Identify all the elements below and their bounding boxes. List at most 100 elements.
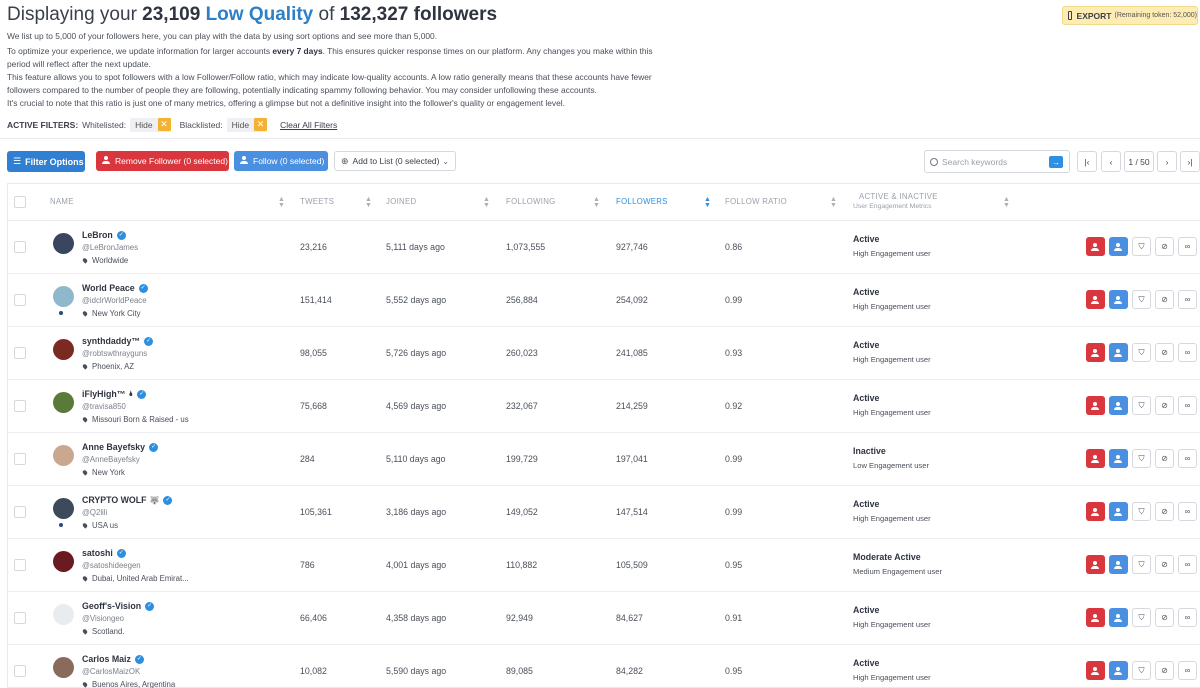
search-input[interactable] bbox=[942, 156, 1048, 167]
user-name[interactable]: iFlyHigh™ 🌢 ✓ bbox=[82, 389, 147, 399]
sort-icon[interactable]: ▲ ▼ bbox=[830, 196, 837, 209]
column-header-activity[interactable]: ACTIVE & INACTIVE User Engagement Metrics bbox=[853, 192, 938, 210]
whitelist-button[interactable]: ⛉ bbox=[1132, 237, 1151, 256]
whitelist-button[interactable]: ⛉ bbox=[1132, 502, 1151, 521]
remove-follower-row-button[interactable] bbox=[1086, 237, 1105, 256]
blacklist-button[interactable]: ⊘ bbox=[1155, 237, 1174, 256]
add-to-list-dropdown[interactable]: ⊕ Add to List (0 selected) ⌄ bbox=[334, 151, 456, 171]
user-name[interactable]: Anne Bayefsky ✓ bbox=[82, 442, 159, 452]
avatar[interactable] bbox=[53, 604, 74, 625]
remove-follower-row-button[interactable] bbox=[1086, 608, 1105, 627]
column-header-followers[interactable]: FOLLOWERS bbox=[616, 197, 668, 206]
remove-follower-row-button[interactable] bbox=[1086, 555, 1105, 574]
user-handle[interactable]: @Q2lili bbox=[82, 508, 107, 517]
row-checkbox[interactable] bbox=[14, 241, 26, 253]
blacklist-button[interactable]: ⊘ bbox=[1155, 555, 1174, 574]
user-name[interactable]: CRYPTO WOLF 🐺 ✓ bbox=[82, 495, 173, 505]
follow-row-button[interactable] bbox=[1109, 343, 1128, 362]
row-checkbox[interactable] bbox=[14, 453, 26, 465]
row-checkbox[interactable] bbox=[14, 400, 26, 412]
remove-follower-row-button[interactable] bbox=[1086, 290, 1105, 309]
sort-icon[interactable]: ▲ ▼ bbox=[483, 196, 490, 209]
user-name[interactable]: LeBron ✓ bbox=[82, 230, 126, 240]
sort-icon[interactable]: ▲ ▼ bbox=[593, 196, 600, 209]
last-page-button[interactable]: ›| bbox=[1180, 151, 1200, 172]
row-checkbox[interactable] bbox=[14, 347, 26, 359]
search-submit-icon[interactable]: → bbox=[1049, 156, 1063, 168]
user-name[interactable]: World Peace ✓ bbox=[82, 283, 148, 293]
row-checkbox[interactable] bbox=[14, 294, 26, 306]
profile-link-button[interactable]: ∞ bbox=[1178, 449, 1197, 468]
user-handle[interactable]: @idclrWorldPeace bbox=[82, 296, 147, 305]
user-name[interactable]: Geoff's-Vision ✓ bbox=[82, 601, 155, 611]
export-button[interactable]: EXPORT (Remaining token: 52,000) bbox=[1062, 6, 1198, 25]
remove-follower-row-button[interactable] bbox=[1086, 396, 1105, 415]
column-header-tweets[interactable]: TWEETS bbox=[300, 197, 334, 206]
sort-descending-icon[interactable]: ▲ ▼ bbox=[704, 196, 711, 209]
avatar[interactable] bbox=[53, 392, 74, 413]
remove-follower-row-button[interactable] bbox=[1086, 449, 1105, 468]
remove-follower-row-button[interactable] bbox=[1086, 343, 1105, 362]
whitelist-button[interactable]: ⛉ bbox=[1132, 661, 1151, 680]
user-handle[interactable]: @LeBronJames bbox=[82, 243, 138, 252]
column-header-name[interactable]: NAME bbox=[50, 197, 74, 206]
profile-link-button[interactable]: ∞ bbox=[1178, 555, 1197, 574]
user-name[interactable]: Carlos Maiz ✓ bbox=[82, 654, 144, 664]
avatar[interactable] bbox=[53, 657, 74, 678]
blacklist-button[interactable]: ⊘ bbox=[1155, 502, 1174, 521]
user-handle[interactable]: @satoshideegen bbox=[82, 561, 141, 570]
profile-link-button[interactable]: ∞ bbox=[1178, 290, 1197, 309]
row-checkbox[interactable] bbox=[14, 506, 26, 518]
follow-button[interactable]: Follow (0 selected) bbox=[234, 151, 328, 171]
sort-icon[interactable]: ▲ ▼ bbox=[365, 196, 372, 209]
sort-icon[interactable]: ▲ ▼ bbox=[1003, 196, 1010, 209]
user-handle[interactable]: @CarlosMaizOK bbox=[82, 667, 140, 676]
whitelist-button[interactable]: ⛉ bbox=[1132, 449, 1151, 468]
avatar[interactable] bbox=[53, 551, 74, 572]
row-checkbox[interactable] bbox=[14, 559, 26, 571]
follow-row-button[interactable] bbox=[1109, 661, 1128, 680]
blacklist-button[interactable]: ⊘ bbox=[1155, 396, 1174, 415]
prev-page-button[interactable]: ‹ bbox=[1101, 151, 1121, 172]
avatar[interactable] bbox=[53, 498, 74, 519]
blacklist-button[interactable]: ⊘ bbox=[1155, 343, 1174, 362]
user-name[interactable]: satoshi ✓ bbox=[82, 548, 126, 558]
whitelist-button[interactable]: ⛉ bbox=[1132, 555, 1151, 574]
next-page-button[interactable]: › bbox=[1157, 151, 1177, 172]
profile-link-button[interactable]: ∞ bbox=[1178, 502, 1197, 521]
profile-link-button[interactable]: ∞ bbox=[1178, 237, 1197, 256]
whitelist-button[interactable]: ⛉ bbox=[1132, 290, 1151, 309]
whitelist-button[interactable]: ⛉ bbox=[1132, 396, 1151, 415]
profile-link-button[interactable]: ∞ bbox=[1178, 661, 1197, 680]
first-page-button[interactable]: |‹ bbox=[1077, 151, 1097, 172]
whitelist-button[interactable]: ⛉ bbox=[1132, 608, 1151, 627]
sort-icon[interactable]: ▲ ▼ bbox=[278, 196, 285, 209]
user-handle[interactable]: @AnneBayefsky bbox=[82, 455, 140, 464]
clear-all-filters-link[interactable]: Clear All Filters bbox=[280, 120, 337, 130]
remove-follower-row-button[interactable] bbox=[1086, 661, 1105, 680]
profile-link-button[interactable]: ∞ bbox=[1178, 396, 1197, 415]
follow-row-button[interactable] bbox=[1109, 449, 1128, 468]
blacklist-button[interactable]: ⊘ bbox=[1155, 661, 1174, 680]
row-checkbox[interactable] bbox=[14, 665, 26, 677]
follow-row-button[interactable] bbox=[1109, 502, 1128, 521]
select-all-checkbox[interactable] bbox=[14, 196, 26, 208]
user-name[interactable]: synthdaddy™ ✓ bbox=[82, 336, 154, 346]
follow-row-button[interactable] bbox=[1109, 555, 1128, 574]
profile-link-button[interactable]: ∞ bbox=[1178, 343, 1197, 362]
blacklist-button[interactable]: ⊘ bbox=[1155, 608, 1174, 627]
blacklist-button[interactable]: ⊘ bbox=[1155, 290, 1174, 309]
blacklist-button[interactable]: ⊘ bbox=[1155, 449, 1174, 468]
avatar[interactable] bbox=[53, 445, 74, 466]
column-header-following[interactable]: FOLLOWING bbox=[506, 197, 556, 206]
follow-row-button[interactable] bbox=[1109, 396, 1128, 415]
user-handle[interactable]: @robtswthrayguns bbox=[82, 349, 147, 358]
remove-follower-button[interactable]: Remove Follower (0 selected) bbox=[96, 151, 229, 171]
column-header-follow-ratio[interactable]: FOLLOW RATIO bbox=[725, 197, 787, 206]
profile-link-button[interactable]: ∞ bbox=[1178, 608, 1197, 627]
avatar[interactable] bbox=[53, 339, 74, 360]
remove-follower-row-button[interactable] bbox=[1086, 502, 1105, 521]
column-header-joined[interactable]: JOINED bbox=[386, 197, 416, 206]
remove-blacklisted-filter-icon[interactable]: ✕ bbox=[254, 118, 268, 131]
user-handle[interactable]: @travisa850 bbox=[82, 402, 126, 411]
